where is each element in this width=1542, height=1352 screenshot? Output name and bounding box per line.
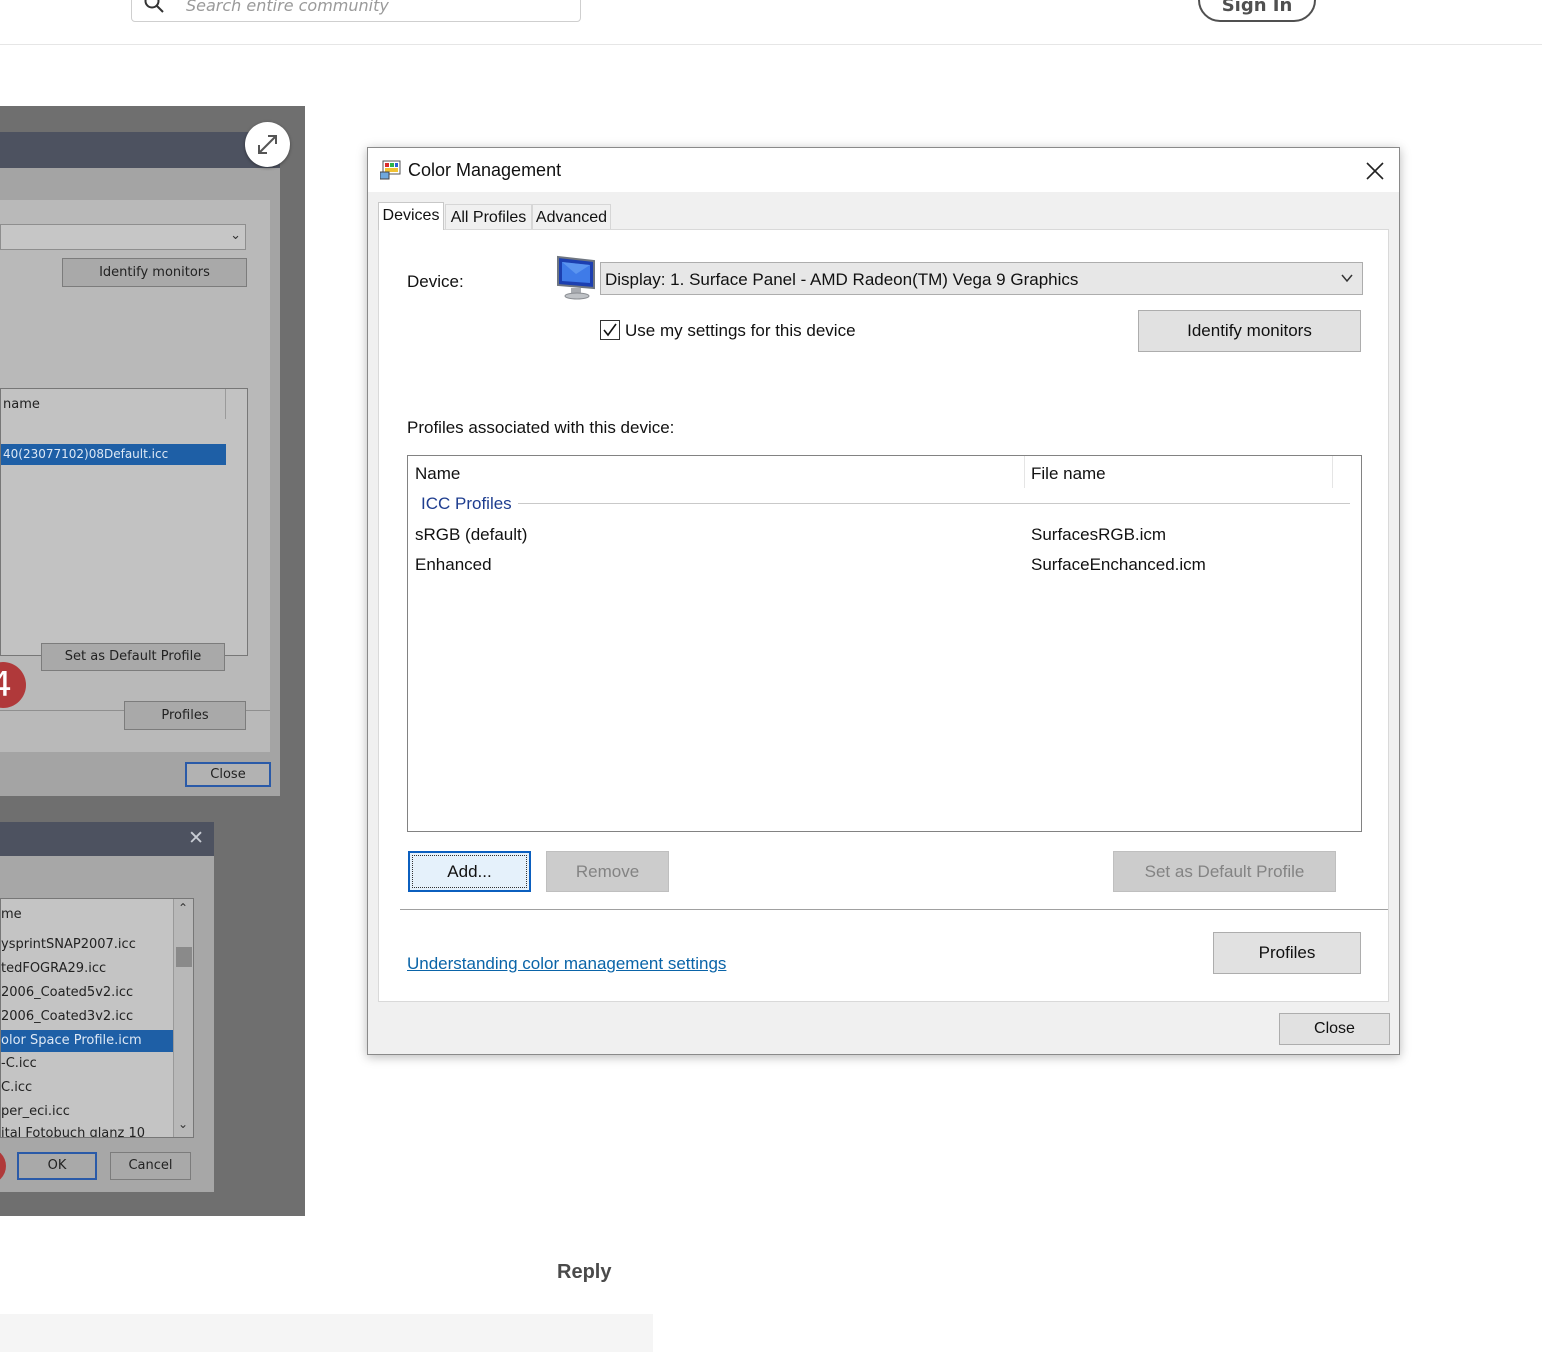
- left-window-titlebar: [0, 132, 280, 168]
- tab-all-profiles[interactable]: All Profiles: [445, 204, 532, 231]
- left-file-list: me ysprintSNAP2007.icc tedFOGRA29.icc 20…: [0, 898, 194, 1138]
- remove-button[interactable]: Remove: [546, 851, 669, 892]
- left-list-header: name: [3, 397, 40, 412]
- profiles-button[interactable]: Profiles: [1213, 932, 1361, 974]
- left-identify-monitors-button: Identify monitors: [62, 258, 247, 287]
- sign-in-label: Sign In: [1221, 0, 1293, 16]
- chevron-up-icon: ⌃: [178, 901, 189, 915]
- use-settings-label[interactable]: Use my settings for this device: [625, 321, 856, 341]
- monitor-icon: [557, 255, 595, 300]
- left-list-scrollbar: ⌃ ⌄: [173, 899, 193, 1137]
- list-item: 2006_Coated5v2.icc: [1, 985, 134, 1000]
- sign-in-button[interactable]: Sign In: [1198, 0, 1316, 22]
- devices-tab-page: Device: Display: 1. Surface Panel - AMD …: [378, 229, 1389, 1002]
- step-badge-2: [0, 1148, 6, 1184]
- color-management-dialog: Color Management Devices All Profiles Ad…: [367, 147, 1400, 1055]
- search-input[interactable]: Search entire community: [131, 0, 581, 22]
- left-ok-button: OK: [17, 1152, 97, 1180]
- list-item: C.icc: [1, 1080, 33, 1095]
- comment-box: [0, 1314, 653, 1352]
- scrollbar-thumb: [176, 947, 192, 967]
- dialog-separator: [400, 909, 1388, 910]
- color-management-icon: [380, 160, 401, 180]
- profile-file-cell[interactable]: SurfacesRGB.icm: [1031, 525, 1166, 545]
- search-icon: [144, 0, 164, 13]
- chevron-down-icon: [1341, 274, 1353, 283]
- group-header-icc-profiles: ICC Profiles: [421, 494, 518, 514]
- column-separator: [1332, 456, 1333, 488]
- checkmark-icon: [603, 323, 617, 337]
- list-item-selected: olor Space Profile.icm: [1, 1030, 173, 1052]
- list-item: ital Fotobuch glanz 10: [1, 1126, 146, 1138]
- understanding-color-management-link[interactable]: Understanding color management settings: [407, 954, 726, 974]
- close-icon: ✕: [188, 827, 204, 849]
- list-item: tedFOGRA29.icc: [1, 961, 107, 976]
- left-list-selected-row: 40(23077102)08Default.icc: [1, 444, 226, 465]
- column-header-name[interactable]: Name: [415, 464, 460, 484]
- left-profiles-button: Profiles: [124, 701, 246, 730]
- profile-name-cell[interactable]: sRGB (default): [415, 525, 527, 545]
- left-window2-titlebar: ✕: [0, 822, 214, 856]
- left-profile-list: name 40(23077102)08Default.icc: [0, 388, 248, 656]
- device-select[interactable]: Display: 1. Surface Panel - AMD Radeon(T…: [600, 262, 1363, 295]
- chevron-down-icon: ⌄: [230, 228, 241, 243]
- dialog-title: Color Management: [408, 160, 562, 180]
- left-window-add-profile: ✕ me ysprintSNAP2007.icc tedFOGRA29.icc …: [0, 822, 214, 1192]
- close-button[interactable]: Close: [1279, 1013, 1390, 1045]
- left-file-list-header: me: [1, 907, 22, 922]
- profile-name-cell[interactable]: Enhanced: [415, 555, 492, 575]
- chevron-down-icon: ⌄: [178, 1117, 189, 1131]
- reply-button[interactable]: Reply: [557, 1261, 611, 1284]
- left-screenshot-image: ⌄ Identify monitors name 40(23077102)08D…: [0, 106, 305, 1216]
- list-item: per_eci.icc: [1, 1104, 70, 1119]
- column-header-file-name[interactable]: File name: [1031, 464, 1106, 484]
- list-item: -C.icc: [1, 1056, 37, 1071]
- expand-arrows-icon: [258, 135, 277, 154]
- focus-ring: [412, 855, 527, 888]
- identify-monitors-button[interactable]: Identify monitors: [1138, 310, 1361, 352]
- device-label: Device:: [407, 272, 464, 291]
- expand-image-button[interactable]: [245, 122, 290, 167]
- list-item: ysprintSNAP2007.icc: [1, 937, 136, 952]
- left-cancel-button: Cancel: [110, 1152, 191, 1180]
- device-select-value: Display: 1. Surface Panel - AMD Radeon(T…: [605, 270, 1079, 289]
- search-placeholder: Search entire community: [186, 0, 389, 15]
- add-button[interactable]: Add...: [408, 851, 531, 892]
- left-window-color-management: ⌄ Identify monitors name 40(23077102)08D…: [0, 132, 280, 796]
- list-item: 2006_Coated3v2.icc: [1, 1009, 134, 1024]
- left-close-button: Close: [185, 762, 271, 787]
- left-list-column-separator: [225, 389, 226, 419]
- use-settings-checkbox[interactable]: [600, 320, 620, 340]
- set-default-profile-button[interactable]: Set as Default Profile: [1113, 851, 1336, 892]
- left-device-combo: ⌄: [0, 224, 246, 250]
- left-set-default-button: Set as Default Profile: [41, 643, 225, 671]
- profiles-associated-label: Profiles associated with this device:: [407, 418, 675, 437]
- tab-devices[interactable]: Devices: [378, 202, 444, 230]
- profile-file-cell[interactable]: SurfaceEnchanced.icm: [1031, 555, 1206, 575]
- top-header: Search entire community Sign In: [0, 0, 1542, 45]
- tab-advanced[interactable]: Advanced: [532, 204, 611, 231]
- dialog-titlebar: Color Management: [368, 148, 1399, 192]
- column-separator: [1024, 456, 1025, 488]
- close-icon[interactable]: [1362, 158, 1388, 184]
- profiles-list[interactable]: Name File name ICC Profiles sRGB (defaul…: [407, 455, 1362, 832]
- group-divider: [516, 503, 1350, 504]
